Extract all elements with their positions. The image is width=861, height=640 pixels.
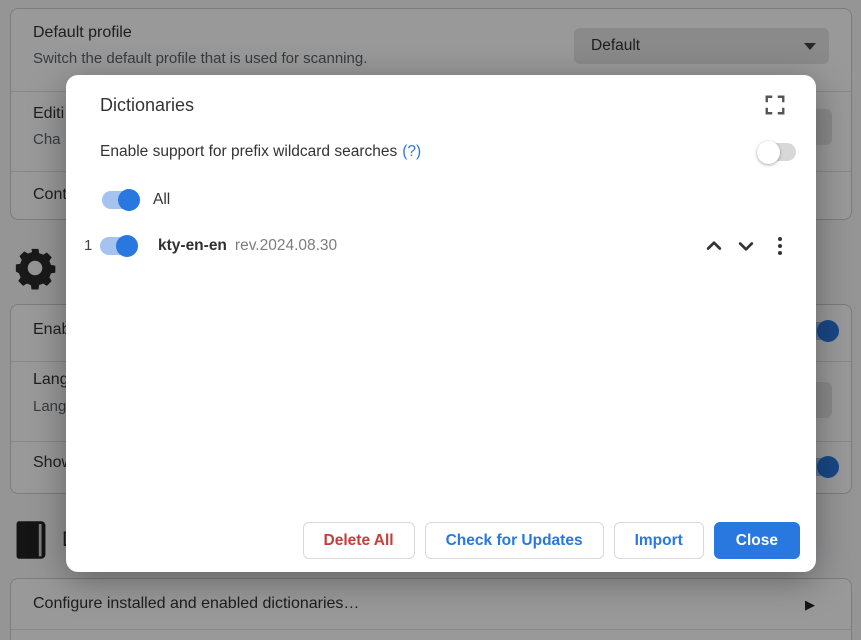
- modal-header: Dictionaries: [66, 75, 816, 116]
- entry-toggle[interactable]: [100, 237, 136, 255]
- chevron-down-icon: [736, 236, 756, 256]
- dictionaries-modal: Dictionaries Enable support for prefix w…: [66, 75, 816, 572]
- all-dictionaries-label: All: [153, 191, 170, 209]
- kebab-menu-icon: [778, 235, 782, 257]
- entry-menu-button[interactable]: [778, 235, 782, 257]
- settings-page: Default profile Switch the default profi…: [0, 0, 861, 640]
- entry-name: kty-en-en: [158, 237, 227, 255]
- chevron-up-icon: [704, 236, 724, 256]
- modal-footer: Delete All Check for Updates Import Clos…: [66, 522, 816, 572]
- all-dictionaries-row: All: [66, 191, 816, 209]
- wildcard-help-link[interactable]: (?): [402, 143, 421, 161]
- fullscreen-button[interactable]: [764, 94, 786, 116]
- wildcard-search-row: Enable support for prefix wildcard searc…: [66, 143, 816, 161]
- wildcard-search-label: Enable support for prefix wildcard searc…: [100, 143, 397, 161]
- modal-title: Dictionaries: [100, 95, 194, 116]
- modal-spacer: [66, 257, 816, 522]
- move-up-button[interactable]: [704, 236, 724, 256]
- entry-revision: rev.2024.08.30: [235, 237, 337, 255]
- fullscreen-icon: [764, 94, 786, 116]
- all-dictionaries-toggle[interactable]: [102, 191, 138, 209]
- move-down-button[interactable]: [736, 236, 756, 256]
- close-button[interactable]: Close: [714, 522, 800, 559]
- wildcard-search-toggle[interactable]: [760, 143, 796, 161]
- check-for-updates-button[interactable]: Check for Updates: [425, 522, 604, 559]
- entry-actions: [704, 235, 782, 257]
- delete-all-button[interactable]: Delete All: [303, 522, 415, 559]
- entry-index: 1: [84, 237, 98, 254]
- import-button[interactable]: Import: [614, 522, 704, 559]
- dictionary-entry-row: 1 kty-en-en rev.2024.08.30: [66, 235, 816, 257]
